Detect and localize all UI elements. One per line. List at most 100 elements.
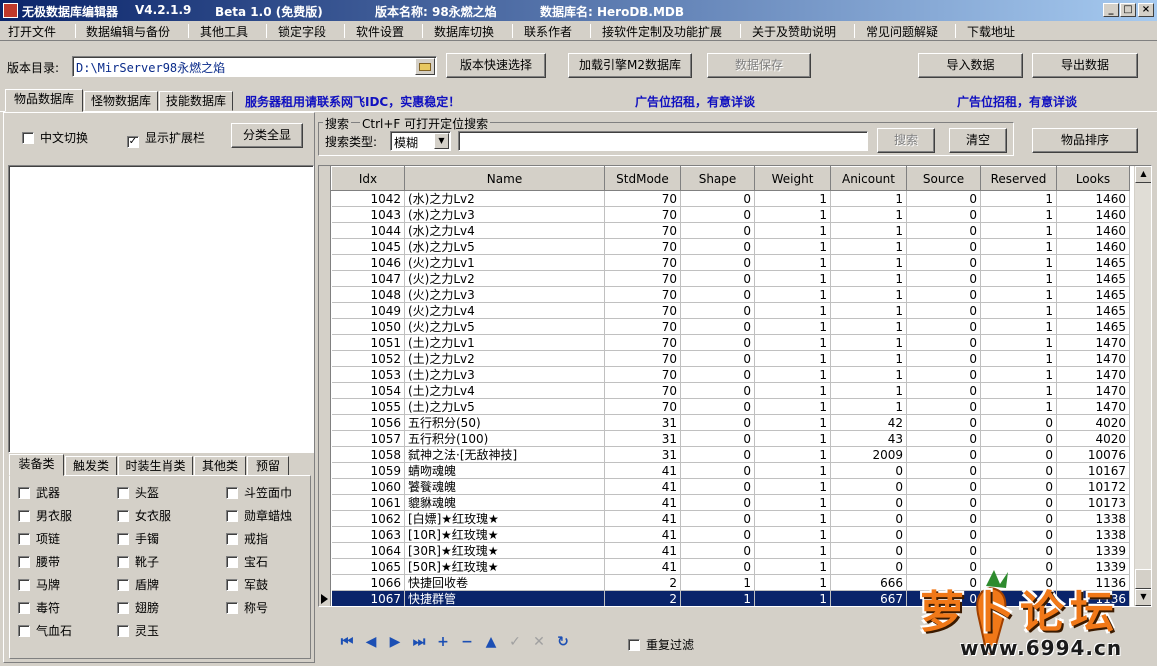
cell-source[interactable]: 0: [906, 238, 981, 255]
cell-reserved[interactable]: 1: [980, 398, 1057, 415]
first-icon[interactable]: ⏮: [338, 633, 356, 651]
cell-idx[interactable]: 1060: [331, 478, 405, 495]
cell-idx[interactable]: 1056: [331, 414, 405, 431]
column-header-looks[interactable]: Looks: [1056, 166, 1130, 191]
tab-monsters[interactable]: 怪物数据库: [84, 91, 158, 111]
cat-tab-other[interactable]: 其他类: [194, 456, 246, 476]
cell-name[interactable]: 快捷群管: [404, 590, 605, 606]
cell-anicount[interactable]: 1: [830, 366, 907, 383]
table-row[interactable]: 1051 (土)之力Lv1 70 0 1 1 0 1 1470: [331, 334, 1130, 351]
cell-weight[interactable]: 1: [754, 302, 831, 319]
table-row[interactable]: 1054 (土)之力Lv4 70 0 1 1 0 1 1470: [331, 382, 1130, 399]
tab-items[interactable]: 物品数据库: [5, 89, 83, 112]
category-checkbox[interactable]: 翅膀: [117, 599, 159, 616]
cell-name[interactable]: (土)之力Lv5: [404, 398, 605, 415]
cell-source[interactable]: 0: [906, 398, 981, 415]
cell-stdmode[interactable]: 70: [604, 398, 681, 415]
cell-weight[interactable]: 1: [754, 254, 831, 271]
cell-shape[interactable]: 0: [680, 254, 755, 271]
cell-shape[interactable]: 0: [680, 526, 755, 543]
table-row[interactable]: 1058 弑神之法·[无敌神技] 31 0 1 2009 0 0 10076: [331, 446, 1130, 463]
cell-stdmode[interactable]: 70: [604, 190, 681, 207]
cell-anicount[interactable]: 667: [830, 590, 907, 606]
cell-idx[interactable]: 1055: [331, 398, 405, 415]
table-row[interactable]: 1046 (火)之力Lv1 70 0 1 1 0 1 1465: [331, 254, 1130, 271]
cell-weight[interactable]: 1: [754, 190, 831, 207]
cell-stdmode[interactable]: 70: [604, 206, 681, 223]
cell-source[interactable]: 0: [906, 430, 981, 447]
cell-source[interactable]: 0: [906, 302, 981, 319]
cell-stdmode[interactable]: 70: [604, 318, 681, 335]
cell-weight[interactable]: 1: [754, 382, 831, 399]
cell-anicount[interactable]: 43: [830, 430, 907, 447]
table-row[interactable]: 1049 (火)之力Lv4 70 0 1 1 0 1 1465: [331, 302, 1130, 319]
cat-tab-reserved[interactable]: 预留: [247, 456, 289, 476]
cell-reserved[interactable]: 0: [980, 478, 1057, 495]
column-header-name[interactable]: Name: [404, 166, 605, 191]
folder-button[interactable]: [415, 58, 435, 75]
cell-reserved[interactable]: 1: [980, 270, 1057, 287]
table-row[interactable]: 1048 (火)之力Lv3 70 0 1 1 0 1 1465: [331, 286, 1130, 303]
category-checkbox[interactable]: 武器: [18, 484, 60, 501]
cell-idx[interactable]: 1043: [331, 206, 405, 223]
cell-anicount[interactable]: 1: [830, 350, 907, 367]
table-row[interactable]: 1062 [白嫖]★红玫瑰★ 41 0 1 0 0 0 1338: [331, 510, 1130, 527]
cell-looks[interactable]: 4020: [1056, 430, 1130, 447]
show-all-button[interactable]: 分类全显: [231, 123, 303, 148]
cell-anicount[interactable]: 0: [830, 526, 907, 543]
cell-weight[interactable]: 1: [754, 414, 831, 431]
export-button[interactable]: 导出数据: [1032, 53, 1138, 78]
cell-stdmode[interactable]: 70: [604, 350, 681, 367]
cell-shape[interactable]: 0: [680, 318, 755, 335]
cell-name[interactable]: 快捷回收卷: [404, 574, 605, 591]
cell-idx[interactable]: 1045: [331, 238, 405, 255]
cell-source[interactable]: 0: [906, 510, 981, 527]
grid-scrollbar[interactable]: ▲ ▼: [1134, 166, 1151, 606]
cell-stdmode[interactable]: 2: [604, 590, 681, 606]
menu-other-tools[interactable]: 其他工具: [200, 23, 248, 40]
cell-idx[interactable]: 1064: [331, 542, 405, 559]
cell-idx[interactable]: 1059: [331, 462, 405, 479]
menu-db-switch[interactable]: 数据库切换: [434, 23, 494, 40]
table-row[interactable]: 1061 貔貅魂魄 41 0 1 0 0 0 10173: [331, 494, 1130, 511]
cell-shape[interactable]: 0: [680, 270, 755, 287]
category-checkbox[interactable]: 项链: [18, 530, 60, 547]
cell-stdmode[interactable]: 70: [604, 302, 681, 319]
cell-source[interactable]: 0: [906, 254, 981, 271]
cell-reserved[interactable]: 1: [980, 302, 1057, 319]
cell-weight[interactable]: 1: [754, 574, 831, 591]
cell-anicount[interactable]: 1: [830, 238, 907, 255]
column-header-reserved[interactable]: Reserved: [980, 166, 1057, 191]
cell-looks[interactable]: 1470: [1056, 366, 1130, 383]
chevron-down-icon[interactable]: ▼: [434, 133, 449, 149]
table-row[interactable]: 1053 (土)之力Lv3 70 0 1 1 0 1 1470: [331, 366, 1130, 383]
cell-name[interactable]: (火)之力Lv4: [404, 302, 605, 319]
cell-shape[interactable]: 0: [680, 398, 755, 415]
table-row[interactable]: 1050 (火)之力Lv5 70 0 1 1 0 1 1465: [331, 318, 1130, 335]
cell-anicount[interactable]: 1: [830, 318, 907, 335]
cell-shape[interactable]: 0: [680, 190, 755, 207]
cell-anicount[interactable]: 0: [830, 462, 907, 479]
cell-stdmode[interactable]: 31: [604, 414, 681, 431]
menu-settings[interactable]: 软件设置: [356, 23, 404, 40]
search-button[interactable]: 搜索: [877, 128, 935, 153]
cell-name[interactable]: [30R]★红玫瑰★: [404, 542, 605, 559]
cell-idx[interactable]: 1049: [331, 302, 405, 319]
search-type-select[interactable]: 模糊 ▼: [390, 131, 451, 151]
menu-faq[interactable]: 常见问题解疑: [866, 23, 938, 40]
next-icon[interactable]: ▶: [386, 633, 404, 651]
save-data-button[interactable]: 数据保存: [707, 53, 811, 78]
data-grid[interactable]: Idx Name StdMode Shape Weight Anicount Source R…: [318, 165, 1152, 607]
column-header-weight[interactable]: Weight: [754, 166, 831, 191]
cell-looks[interactable]: 1338: [1056, 510, 1130, 527]
category-checkbox[interactable]: 称号: [226, 599, 268, 616]
cell-idx[interactable]: 1066: [331, 574, 405, 591]
cell-source[interactable]: 0: [906, 190, 981, 207]
table-row[interactable]: 1057 五行积分(100) 31 0 1 43 0 0 4020: [331, 430, 1130, 447]
cell-reserved[interactable]: 0: [980, 494, 1057, 511]
cell-weight[interactable]: 1: [754, 510, 831, 527]
cell-idx[interactable]: 1062: [331, 510, 405, 527]
cat-tab-equipment[interactable]: 装备类: [9, 454, 64, 476]
table-row[interactable]: 1042 (水)之力Lv2 70 0 1 1 0 1 1460: [331, 190, 1130, 207]
cell-stdmode[interactable]: 41: [604, 478, 681, 495]
